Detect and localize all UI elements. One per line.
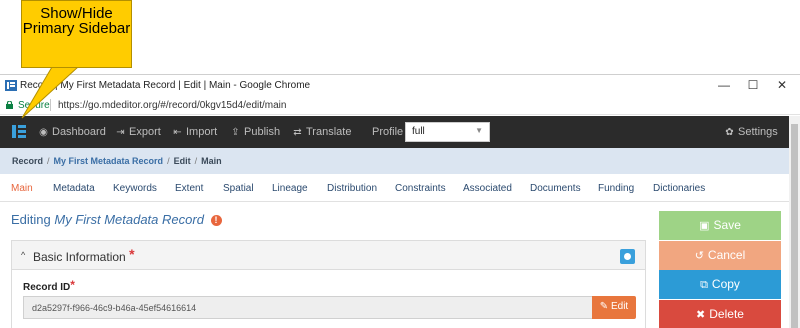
delete-label: Delete [709, 307, 744, 321]
panel-header[interactable]: ^ Basic Information * [12, 241, 645, 270]
tab-constraints[interactable]: Constraints [395, 183, 446, 194]
nav-settings-label: Settings [738, 126, 778, 138]
undo-icon: ↺ [694, 250, 704, 262]
window-title: Record | My First Metadata Record | Edit… [20, 80, 311, 91]
save-button[interactable]: ▣ Save [659, 211, 781, 240]
primary-navbar: ◉ Dashboard ⇥ Export ⇤ Import ⇪ Publish ⇄ Tra… [0, 116, 789, 148]
tab-extent[interactable]: Extent [175, 183, 203, 194]
address-divider [50, 99, 51, 111]
address-bar[interactable]: Secure https://go.mdeditor.org/#/record/… [0, 96, 800, 115]
publish-icon: ⇪ [231, 127, 240, 138]
record-id-label: Record ID* [23, 278, 75, 293]
export-icon: ⇥ [116, 127, 125, 138]
breadcrumb-record-title[interactable]: My First Metadata Record [54, 156, 164, 166]
record-title: My First Metadata Record [54, 212, 204, 227]
lock-icon [6, 101, 13, 109]
floppy-icon: ▣ [699, 220, 710, 232]
dashboard-icon: ◉ [39, 127, 48, 138]
edit-record-id-button[interactable]: ✎ Edit [592, 296, 636, 319]
copy-icon: ⧉ [700, 279, 708, 291]
nav-publish-label: Publish [244, 126, 281, 138]
tab-documents[interactable]: Documents [530, 183, 581, 194]
breadcrumb-current: Main [201, 156, 222, 166]
tab-dictionaries[interactable]: Dictionaries [653, 183, 705, 194]
nav-settings-link[interactable]: ✿ Settings [724, 126, 778, 138]
tab-spatial[interactable]: Spatial [223, 183, 254, 194]
close-icon: ✖ [696, 309, 706, 321]
tab-main[interactable]: Main [11, 183, 33, 194]
basic-information-panel: ^ Basic Information * Record ID* d2a5297… [11, 240, 646, 328]
required-marker: * [129, 246, 135, 262]
chevron-up-icon[interactable]: ^ [21, 250, 25, 260]
tab-metadata[interactable]: Metadata [53, 183, 95, 194]
import-icon: ⇤ [173, 127, 182, 138]
nav-translate-link[interactable]: ⇄ Translate [292, 126, 351, 138]
window-titlebar: Record | My First Metadata Record | Edit… [0, 74, 800, 96]
delete-button[interactable]: ✖ Delete [659, 300, 781, 328]
secure-label: Secure [18, 100, 50, 111]
record-id-field[interactable]: d2a5297f-f966-46c9-b46a-45ef54616614 [23, 296, 593, 319]
nav-export-label: Export [129, 126, 161, 138]
tab-lineage[interactable]: Lineage [272, 183, 308, 194]
breadcrumb: Record / My First Metadata Record / Edit / Mai… [0, 148, 789, 174]
info-icon[interactable] [620, 249, 635, 264]
tab-funding[interactable]: Funding [598, 183, 634, 194]
cancel-label: Cancel [707, 248, 746, 262]
nav-import-link[interactable]: ⇤ Import [172, 126, 217, 138]
minimize-button[interactable]: — [716, 78, 732, 92]
url-text[interactable]: https://go.mdeditor.org/#/record/0kgv15d… [58, 100, 286, 111]
tab-keywords[interactable]: Keywords [113, 183, 157, 194]
panel-title-text: Basic Information [33, 250, 126, 264]
screen: Show/Hide Primary Sidebar Record | My Fi… [0, 0, 800, 328]
nav-publish-link[interactable]: ⇪ Publish [230, 126, 280, 138]
gear-icon: ✿ [725, 127, 734, 138]
panel-title: Basic Information * [33, 246, 135, 264]
breadcrumb-record[interactable]: Record [12, 156, 43, 166]
record-id-label-text: Record ID [23, 282, 71, 293]
profile-select[interactable]: full ▼ [405, 122, 490, 142]
record-tabs: Main Metadata Keywords Extent Spatial Li… [0, 174, 789, 202]
maximize-button[interactable]: ☐ [745, 78, 761, 92]
close-window-button[interactable]: ✕ [774, 78, 790, 92]
copy-label: Copy [711, 277, 740, 291]
nav-import-label: Import [186, 126, 218, 138]
copy-button[interactable]: ⧉ Copy [659, 270, 781, 299]
nav-dashboard-label: Dashboard [52, 126, 106, 138]
translate-icon: ⇄ [293, 127, 302, 138]
editing-prefix: Editing [11, 212, 51, 227]
warning-icon[interactable]: ! [210, 215, 222, 226]
sidebar-toggle-icon[interactable] [12, 125, 26, 138]
pencil-icon: ✎ [599, 301, 609, 312]
page-title: Editing My First Metadata Record ! [11, 212, 222, 227]
profile-label: Profile [372, 126, 404, 138]
breadcrumb-edit[interactable]: Edit [174, 156, 191, 166]
scrollbar-thumb[interactable] [791, 124, 798, 328]
nav-translate-label: Translate [306, 126, 352, 138]
nav-export-link[interactable]: ⇥ Export [115, 126, 161, 138]
app-icon [5, 80, 17, 91]
nav-dashboard-link[interactable]: ◉ Dashboard [38, 126, 106, 138]
edit-label: Edit [610, 301, 629, 312]
chevron-down-icon: ▼ [475, 126, 483, 135]
cancel-button[interactable]: ↺ Cancel [659, 241, 781, 270]
save-label: Save [713, 218, 741, 232]
sidebar-callout: Show/Hide Primary Sidebar [21, 0, 132, 68]
tab-associated[interactable]: Associated [463, 183, 512, 194]
tab-distribution[interactable]: Distribution [327, 183, 377, 194]
profile-value: full [412, 126, 425, 137]
required-marker: * [70, 278, 75, 292]
